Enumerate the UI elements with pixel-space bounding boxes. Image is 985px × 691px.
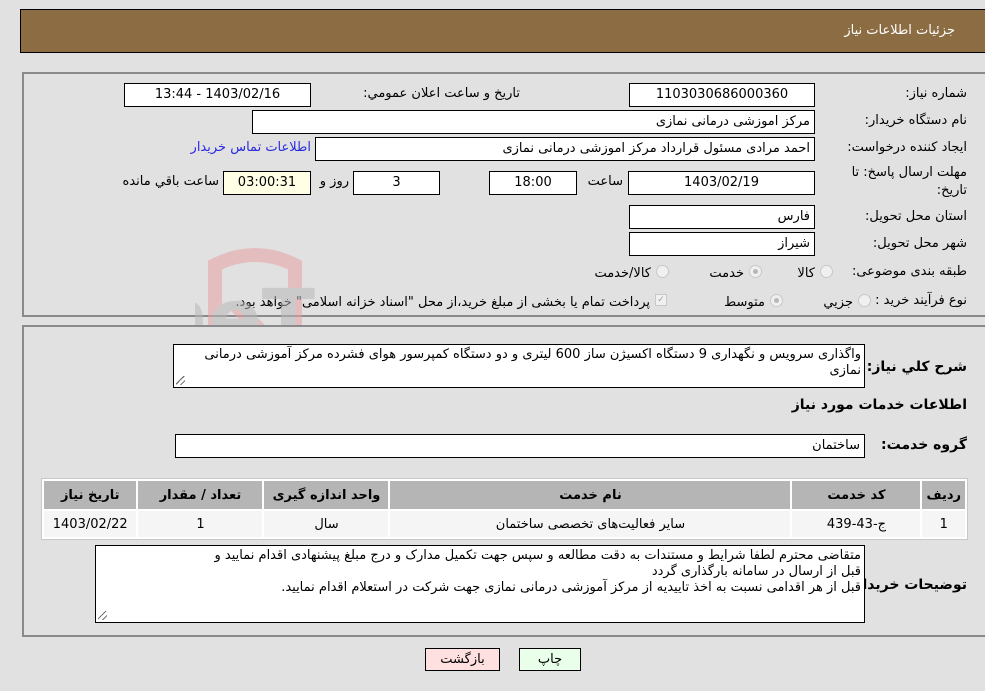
table-header-row: ردیف کد خدمت نام خدمت واحد اندازه گیری ت… (44, 481, 965, 509)
city-field[interactable]: شیراز (629, 232, 815, 256)
need-number-label: شماره نیاز: (905, 86, 967, 101)
category-option-goods: کالا (797, 266, 815, 281)
col-row: ردیف (922, 481, 965, 509)
resize-grip-icon[interactable] (98, 611, 107, 620)
province-label: استان محل تحویل: (865, 209, 967, 224)
col-service-name: نام خدمت (390, 481, 791, 509)
buyer-notes-textarea[interactable]: متقاضی محترم لطفا شرایط و مستندات به دقت… (95, 545, 865, 623)
creator-field[interactable]: احمد مرادی مسئول قرارداد مرکز اموزشی درم… (315, 137, 815, 161)
service-group-label: گروه خدمت: (881, 437, 967, 453)
buyer-org-field[interactable]: مرکز اموزشی درمانی نمازی (252, 110, 815, 134)
category-option-goods-service: کالا/خدمت (594, 266, 651, 281)
service-group-field[interactable]: ساختمان (175, 434, 865, 458)
process-radio-minor[interactable] (858, 294, 871, 307)
days-remaining-field[interactable]: 3 (353, 171, 440, 195)
city-label: شهر محل تحویل: (872, 236, 967, 251)
description-text: واگذاری سرویس و نگهداری 9 دستگاه اکسیژن … (204, 347, 861, 378)
treasury-text: پرداخت تمام یا بخشی از مبلغ خرید،از محل … (235, 295, 650, 310)
buyer-notes-line: قبل از هر اقدامی نسبت به اخذ تاییدیه از … (281, 580, 861, 595)
back-button[interactable]: بازگشت (425, 648, 500, 671)
description-textarea[interactable]: واگذاری سرویس و نگهداری 9 دستگاه اکسیژن … (173, 344, 865, 388)
category-radio-service[interactable] (749, 265, 762, 278)
category-radio-goods[interactable] (820, 265, 833, 278)
process-type-label: نوع فرآیند خرید : (875, 293, 967, 308)
col-need-date: تاریخ نیاز (44, 481, 137, 509)
cell-need-date: 1403/02/22 (44, 511, 137, 537)
description-label: شرح كلي نياز: (866, 359, 967, 375)
category-option-service: خدمت (709, 266, 744, 281)
process-option-medium: متوسط (724, 295, 765, 310)
buyer-org-label: نام دستگاه خریدار: (864, 113, 967, 128)
announce-date-label: تاریخ و ساعت اعلان عمومي: (363, 86, 520, 101)
need-number-field[interactable]: 1103030686000360 (629, 83, 815, 107)
process-radio-medium[interactable] (770, 294, 783, 307)
services-section-title: اطلاعات خدمات مورد نیاز (791, 397, 967, 413)
page-header: جزئیات اطلاعات نیاز (20, 9, 985, 53)
buyer-notes-line: متقاضی محترم لطفا شرایط و مستندات به دقت… (214, 548, 861, 563)
table-row: 1 ج-43-439 سایر فعالیت‌های تخصصی ساختمان… (44, 511, 965, 537)
cell-service-code: ج-43-439 (792, 511, 921, 537)
category-radio-goods-service[interactable] (656, 265, 669, 278)
col-service-code: کد خدمت (792, 481, 921, 509)
cell-row: 1 (922, 511, 965, 537)
province-field[interactable]: فارس (629, 205, 815, 229)
process-option-minor: جزيي (823, 295, 853, 310)
services-panel: شرح كلي نياز: واگذاری سرویس و نگهداری 9 … (22, 325, 985, 637)
col-quantity: تعداد / مقدار (138, 481, 263, 509)
creator-label: ایجاد کننده درخواست: (847, 140, 967, 155)
need-details-panel: شماره نیاز: 1103030686000360 تاریخ و ساع… (22, 72, 985, 317)
buyer-notes-label: توضیحات خریدار: (848, 577, 967, 593)
deadline-time-field[interactable]: 18:00 (489, 171, 577, 195)
print-button[interactable]: چاپ (519, 648, 581, 671)
category-label: طبقه بندی موضوعی: (851, 264, 967, 279)
cell-unit: سال (264, 511, 389, 537)
time-remaining-field[interactable]: 03:00:31 (223, 171, 311, 195)
time-remaining-label: ساعت باقي مانده (122, 174, 219, 189)
cell-service-name: سایر فعالیت‌های تخصصی ساختمان (390, 511, 791, 537)
buyer-contact-link[interactable]: اطلاعات تماس خریدار (191, 140, 311, 155)
announce-date-field[interactable]: 1403/02/16 - 13:44 (124, 83, 311, 107)
buyer-notes-line: قبل از ارسال در سامانه بارگذاری گردد (651, 564, 861, 579)
page-title: جزئیات اطلاعات نیاز (844, 23, 955, 38)
treasury-checkbox[interactable]: ✓ (655, 294, 667, 306)
days-label: روز و (319, 174, 349, 189)
deadline-time-label: ساعت (587, 174, 623, 189)
deadline-label: مهلت ارسال پاسخ: تا تاریخ: (851, 165, 967, 198)
col-unit: واحد اندازه گیری (264, 481, 389, 509)
resize-grip-icon[interactable] (176, 376, 185, 385)
deadline-date-field[interactable]: 1403/02/19 (628, 171, 815, 195)
services-table: ردیف کد خدمت نام خدمت واحد اندازه گیری ت… (41, 478, 968, 540)
cell-quantity: 1 (138, 511, 263, 537)
